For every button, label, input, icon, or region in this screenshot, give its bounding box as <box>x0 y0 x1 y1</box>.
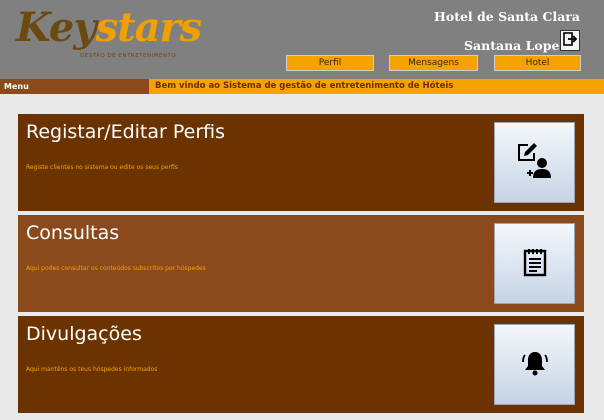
edit-add-user-icon <box>515 141 555 185</box>
logout-icon <box>563 31 578 50</box>
panel-icon-button[interactable] <box>494 122 575 203</box>
menu-toggle[interactable]: Menu <box>0 79 149 94</box>
panel-icon-button[interactable] <box>494 223 575 304</box>
panel-divulgacoes[interactable]: Divulgações Aqui mantêns os teus hóspede… <box>18 316 584 413</box>
panel-title: Consultas <box>26 222 120 244</box>
panel-description: Aqui podes consultar os conteúdos subscr… <box>26 265 206 272</box>
panel-title: Registar/Editar Perfis <box>26 121 226 143</box>
notepad-icon <box>521 247 549 281</box>
keystars-logo[interactable]: Keystars GESTÃO DE ENTRETENIMENTO <box>16 4 202 62</box>
panel-description: Aqui mantêns os teus hóspedes informados <box>26 366 158 373</box>
logo-subtitle: GESTÃO DE ENTRETENIMENTO <box>80 53 177 59</box>
panel-description: Registe clientes no sistema ou edite os … <box>26 164 178 171</box>
header: Keystars GESTÃO DE ENTRETENIMENTO Hotel … <box>0 0 604 79</box>
bell-icon <box>521 349 549 381</box>
panel-consultas[interactable]: Consultas Aqui podes consultar os conteú… <box>18 215 584 312</box>
panel-icon-button[interactable] <box>494 324 575 405</box>
welcome-message: Bem vindo ao Sistema de gestão de entret… <box>155 81 454 91</box>
panel-registar-editar-perfis[interactable]: Registar/Editar Perfis Registe clientes … <box>18 114 584 211</box>
nav-perfil-button[interactable]: Perfil <box>286 55 374 71</box>
logo-stars-text: stars <box>95 4 203 51</box>
menu-bar: Menu Bem vindo ao Sistema de gestão de e… <box>0 79 604 94</box>
logout-button[interactable] <box>560 30 580 51</box>
nav-mensagens-button[interactable]: Mensagens <box>389 55 478 71</box>
user-name: Santana Lopes <box>464 38 567 53</box>
nav-hotel-button[interactable]: Hotel <box>494 55 581 71</box>
panel-title: Divulgações <box>26 323 142 345</box>
logo-key-text: Key <box>16 4 97 51</box>
hotel-name: Hotel de Santa Clara <box>434 9 580 24</box>
logo-wordmark: Keystars <box>16 4 203 52</box>
